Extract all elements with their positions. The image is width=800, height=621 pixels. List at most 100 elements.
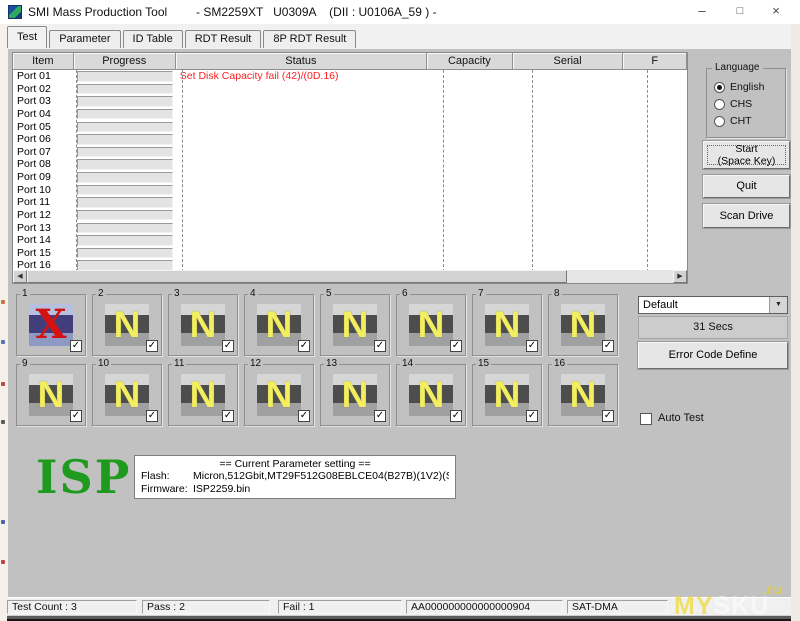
tab-parameter[interactable]: Parameter: [49, 30, 120, 48]
edge-speck: [1, 340, 5, 344]
cell-f: [623, 171, 687, 184]
auto-test-checkbox[interactable]: [640, 413, 652, 425]
quit-button[interactable]: Quit: [703, 175, 790, 198]
port-checkbox[interactable]: ✓: [146, 410, 158, 422]
port-checkbox[interactable]: ✓: [222, 340, 234, 352]
port-number-label: 9: [20, 358, 30, 369]
column-header-progress[interactable]: Progress: [74, 53, 176, 70]
column-header-status[interactable]: Status: [176, 53, 427, 70]
port-number-label: 13: [324, 358, 339, 369]
port-checkbox[interactable]: ✓: [450, 340, 462, 352]
radio-icon[interactable]: [714, 116, 725, 127]
cell-serial: [513, 247, 624, 260]
chevron-down-icon[interactable]: ▼: [769, 297, 787, 313]
port-checkbox[interactable]: ✓: [450, 410, 462, 422]
table-row[interactable]: Port 12: [13, 209, 687, 222]
port-table: ItemProgressStatusCapacitySerialF Port 0…: [12, 52, 688, 284]
cell-progress: [74, 196, 176, 209]
port-status-box-11: 11N✓: [168, 364, 238, 426]
port-checkbox[interactable]: ✓: [298, 410, 310, 422]
cell-status: [176, 133, 427, 146]
minimize-button[interactable]: –: [686, 0, 718, 24]
timer-display: 31 Secs: [638, 316, 788, 339]
cell-status: [176, 234, 427, 247]
port-number-label: 3: [172, 288, 182, 299]
close-button[interactable]: ×: [760, 0, 792, 24]
table-row[interactable]: Port 02: [13, 83, 687, 96]
table-row[interactable]: Port 15: [13, 247, 687, 260]
table-row[interactable]: Port 11: [13, 196, 687, 209]
cell-capacity: [427, 209, 513, 222]
cell-status: [176, 171, 427, 184]
cell-item: Port 09: [13, 171, 74, 184]
table-row[interactable]: Port 01Set Disk Capacity fail (42)/(0D.1…: [13, 70, 687, 83]
column-header-f[interactable]: F: [623, 53, 687, 70]
table-row[interactable]: Port 06: [13, 133, 687, 146]
error-code-define-button[interactable]: Error Code Define: [638, 342, 788, 369]
language-option-cht[interactable]: CHT: [714, 115, 752, 127]
port-number-label: 1: [20, 288, 30, 299]
firmware-value: ISP2259.bin: [193, 483, 250, 495]
radio-label: CHT: [730, 115, 752, 127]
table-row[interactable]: Port 08: [13, 158, 687, 171]
radio-icon[interactable]: [714, 82, 725, 93]
table-h-scrollbar[interactable]: ◀ ▶: [13, 270, 687, 283]
cell-item: Port 05: [13, 121, 74, 134]
port-ready-icon: N: [409, 304, 453, 346]
port-letter: N: [181, 304, 225, 346]
scroll-track[interactable]: [567, 270, 673, 283]
port-checkbox[interactable]: ✓: [374, 340, 386, 352]
tab-id-table[interactable]: ID Table: [123, 30, 183, 48]
port-checkbox[interactable]: ✓: [222, 410, 234, 422]
table-row[interactable]: Port 04: [13, 108, 687, 121]
port-checkbox[interactable]: ✓: [70, 340, 82, 352]
port-ready-icon: N: [561, 304, 605, 346]
port-checkbox[interactable]: ✓: [526, 410, 538, 422]
port-checkbox[interactable]: ✓: [602, 340, 614, 352]
scroll-thumb[interactable]: [27, 270, 567, 283]
preset-combobox[interactable]: Default ▼: [638, 296, 788, 314]
start-button[interactable]: Start (Space Key): [703, 141, 790, 169]
progress-bar: [77, 248, 173, 259]
column-divider: [647, 70, 648, 272]
scroll-left-button[interactable]: ◀: [13, 270, 27, 283]
port-checkbox[interactable]: ✓: [374, 410, 386, 422]
radio-icon[interactable]: [714, 99, 725, 110]
table-row[interactable]: Port 09: [13, 171, 687, 184]
table-row[interactable]: Port 07: [13, 146, 687, 159]
table-body: Port 01Set Disk Capacity fail (42)/(0D.1…: [13, 70, 687, 272]
column-header-item[interactable]: Item: [13, 53, 74, 70]
port-ready-icon: N: [29, 374, 73, 416]
cell-status: [176, 83, 427, 96]
cell-f: [623, 196, 687, 209]
port-checkbox[interactable]: ✓: [146, 340, 158, 352]
column-header-capacity[interactable]: Capacity: [427, 53, 513, 70]
cell-serial: [513, 158, 624, 171]
table-row[interactable]: Port 10: [13, 184, 687, 197]
tab-test[interactable]: Test: [7, 26, 47, 48]
column-divider: [532, 70, 533, 272]
scroll-right-button[interactable]: ▶: [673, 270, 687, 283]
cell-serial: [513, 108, 624, 121]
scan-drive-button[interactable]: Scan Drive: [703, 204, 790, 228]
column-header-serial[interactable]: Serial: [513, 53, 624, 70]
table-row[interactable]: Port 14: [13, 234, 687, 247]
maximize-button[interactable]: □: [724, 0, 756, 24]
port-checkbox[interactable]: ✓: [298, 340, 310, 352]
tab-rdt-result[interactable]: RDT Result: [185, 30, 262, 48]
table-row[interactable]: Port 03: [13, 95, 687, 108]
table-row[interactable]: Port 05: [13, 121, 687, 134]
port-number-label: 14: [400, 358, 415, 369]
language-option-chs[interactable]: CHS: [714, 98, 752, 110]
table-row[interactable]: Port 13: [13, 222, 687, 235]
cell-progress: [74, 121, 176, 134]
language-option-english[interactable]: English: [714, 81, 764, 93]
port-checkbox[interactable]: ✓: [602, 410, 614, 422]
tab-8p-rdt-result[interactable]: 8P RDT Result: [263, 30, 356, 48]
cell-serial: [513, 184, 624, 197]
progress-bar: [77, 109, 173, 120]
port-checkbox[interactable]: ✓: [70, 410, 82, 422]
statusbar-cell: AA000000000000000904: [406, 600, 563, 614]
port-checkbox[interactable]: ✓: [526, 340, 538, 352]
cell-item: Port 03: [13, 95, 74, 108]
